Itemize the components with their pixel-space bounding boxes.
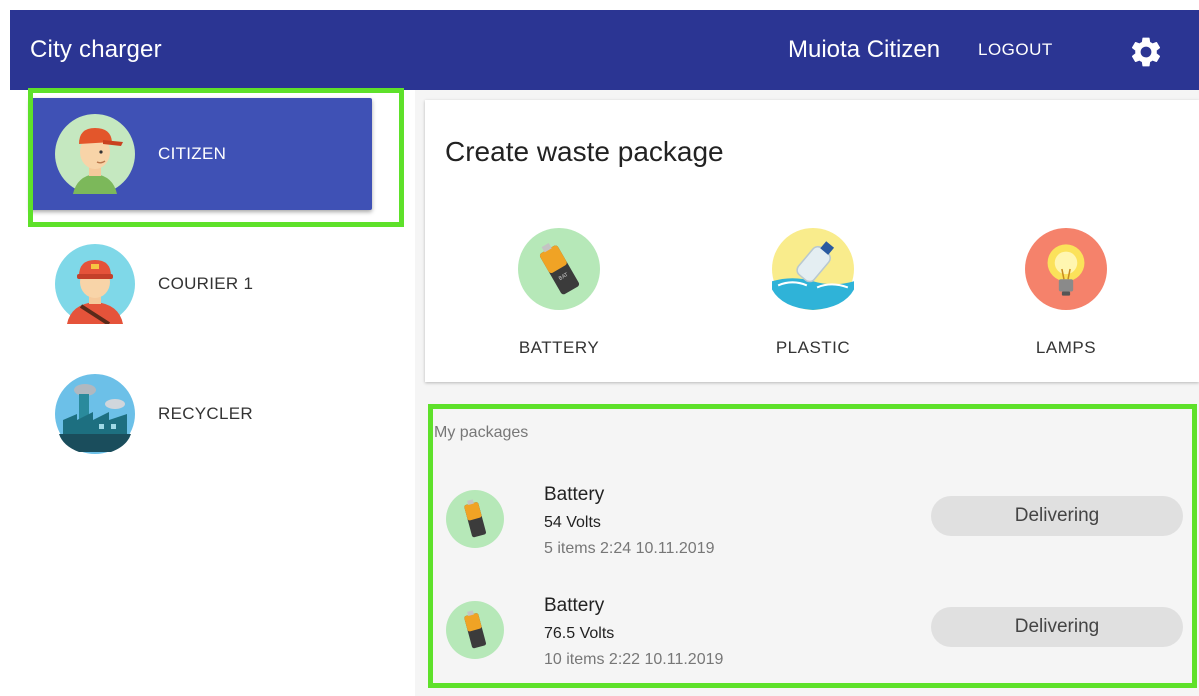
light-bulb-icon [1025, 228, 1107, 310]
role-item-courier[interactable]: COURIER 1 [30, 228, 372, 340]
app-title: City charger [30, 36, 162, 63]
package-item[interactable]: Battery 76.5 Volts 10 items 2:22 10.11.2… [430, 585, 1195, 685]
waste-type-label: BATTERY [518, 338, 600, 357]
create-package-card: Create waste package BAT BATTERY PLASTIC [425, 100, 1199, 382]
card-title: Create waste package [445, 136, 724, 167]
gear-icon[interactable] [1128, 34, 1164, 70]
role-label: RECYCLER [158, 404, 253, 423]
plastic-bottle-icon [772, 228, 854, 310]
package-item[interactable]: Battery 54 Volts 5 items 2:24 10.11.2019… [430, 474, 1195, 574]
battery-icon [446, 601, 504, 659]
recycler-factory-icon [55, 374, 135, 454]
role-item-citizen[interactable]: CITIZEN [30, 98, 372, 210]
package-meta: 10 items 2:22 10.11.2019 [544, 651, 724, 668]
citizen-avatar-icon [55, 114, 135, 194]
waste-type-lamps[interactable]: LAMPS [996, 228, 1136, 368]
package-volts: 76.5 Volts [544, 625, 615, 642]
role-label: CITIZEN [158, 144, 227, 163]
app-bar: City charger Muiota Citizen LOGOUT [10, 10, 1199, 90]
package-title: Battery [544, 595, 605, 616]
waste-type-label: PLASTIC [775, 338, 851, 357]
user-name: Muiota Citizen [788, 36, 941, 63]
courier-avatar-icon [55, 244, 135, 324]
package-volts: 54 Volts [544, 514, 601, 531]
waste-type-battery[interactable]: BAT BATTERY [489, 228, 629, 368]
package-meta: 5 items 2:24 10.11.2019 [544, 540, 715, 557]
role-label: COURIER 1 [158, 274, 254, 293]
status-button[interactable]: Delivering [931, 607, 1183, 647]
package-title: Battery [544, 484, 605, 505]
waste-type-plastic[interactable]: PLASTIC [743, 228, 883, 368]
packages-heading: My packages [434, 424, 529, 441]
logout-button[interactable]: LOGOUT [978, 40, 1053, 60]
battery-icon [446, 490, 504, 548]
status-button[interactable]: Delivering [931, 496, 1183, 536]
waste-type-label: LAMPS [1035, 338, 1097, 357]
role-item-recycler[interactable]: RECYCLER [30, 358, 372, 470]
battery-icon: BAT [518, 228, 600, 310]
